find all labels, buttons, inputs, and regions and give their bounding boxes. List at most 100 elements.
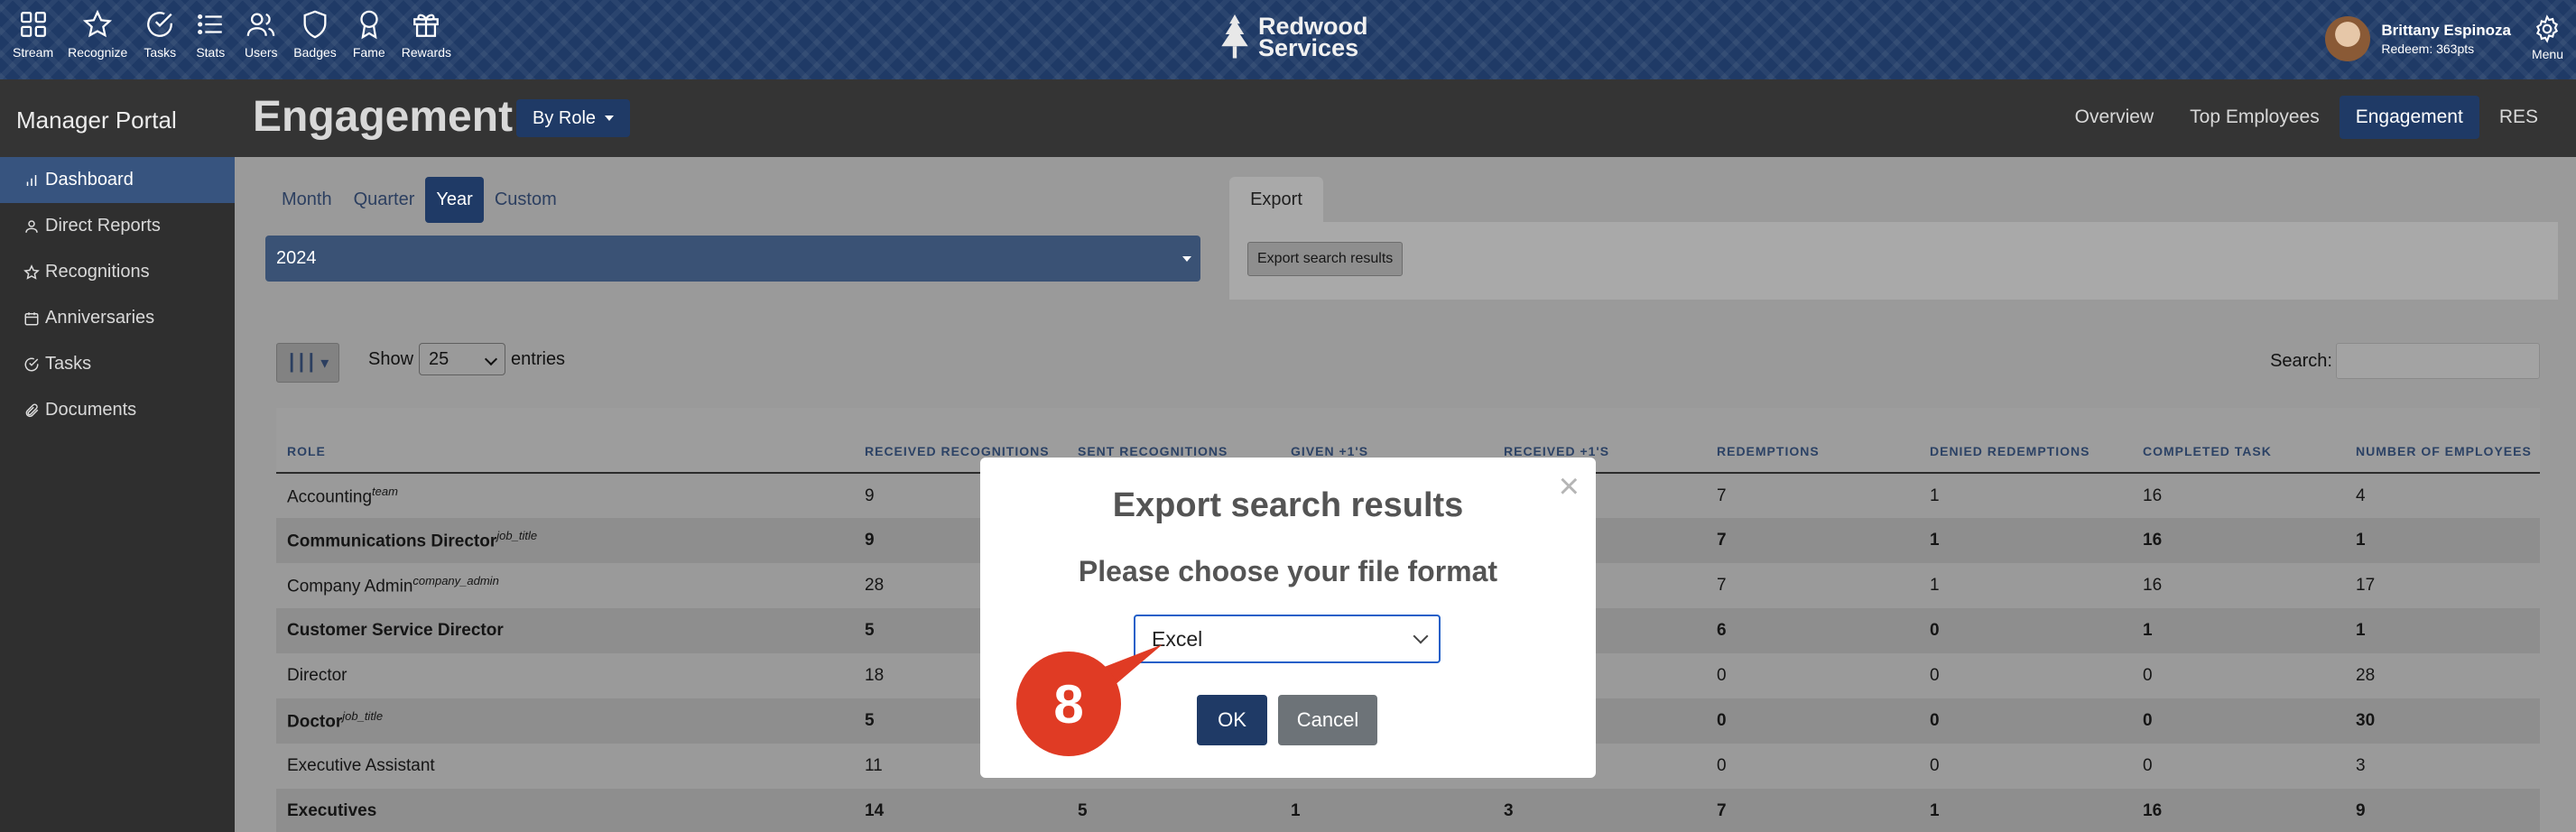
year-value: 2024	[276, 248, 317, 268]
list-icon	[198, 14, 223, 35]
sidebar-item-tasks[interactable]: Tasks	[0, 341, 235, 387]
brand-logo[interactable]: Redwood Services	[1219, 14, 1368, 60]
cell-role: Doctorjob_title	[276, 698, 854, 744]
role-name: Accounting	[287, 487, 373, 507]
sidebar-item-anniversaries[interactable]: Anniversaries	[0, 295, 235, 341]
cell-denied: 1	[1919, 789, 2132, 832]
nav-recognize-label: Recognize	[68, 45, 128, 60]
cell-denied: 0	[1919, 608, 2132, 653]
cell-redemptions: 7	[1706, 473, 1919, 518]
user-profile[interactable]: Brittany Espinoza Redeem: 363pts	[2325, 16, 2511, 61]
page-header: Manager Portal Engagement By Role Overvi…	[0, 79, 2576, 157]
entries-select[interactable]: 25	[419, 343, 506, 375]
cell-employees: 1	[2345, 518, 2540, 563]
col-role[interactable]: ROLE	[276, 408, 854, 474]
nav-users-label: Users	[245, 45, 278, 60]
nav-badges-label: Badges	[293, 45, 337, 60]
nav-badges[interactable]: Badges	[286, 9, 343, 60]
year-select[interactable]: 2024	[265, 236, 1200, 282]
period-quarter[interactable]: Quarter	[343, 177, 426, 223]
user-points: Redeem: 363pts	[2381, 42, 2475, 56]
ok-button[interactable]: OK	[1197, 695, 1267, 745]
sidebar-item-dashboard[interactable]: Dashboard	[0, 157, 235, 203]
cell-completed: 16	[2132, 789, 2345, 832]
cell-completed: 0	[2132, 653, 2345, 698]
cancel-button[interactable]: Cancel	[1278, 695, 1377, 745]
cell-role: Executives	[276, 789, 854, 832]
nav-rewards[interactable]: Rewards	[394, 9, 459, 60]
nav-fame[interactable]: Fame	[344, 9, 394, 60]
nav-recognize[interactable]: Recognize	[60, 9, 134, 60]
gift-icon	[413, 14, 440, 37]
role-tag: job_title	[342, 709, 384, 724]
cell-completed: 16	[2132, 473, 2345, 518]
shield-icon	[303, 10, 327, 39]
cell-redemptions: 6	[1706, 608, 1919, 653]
menu-label: Menu	[2531, 47, 2563, 61]
cell-redemptions: 0	[1706, 698, 1919, 744]
tab-engagement[interactable]: Engagement	[2339, 96, 2479, 139]
nav-stats-label: Stats	[196, 45, 226, 60]
portal-title: Manager Portal	[16, 106, 177, 134]
sidebar-item-recognitions[interactable]: Recognitions	[0, 249, 235, 295]
search-input[interactable]	[2336, 343, 2540, 379]
cell-received-plus: 3	[1493, 789, 1706, 832]
cell-redemptions: 0	[1706, 744, 1919, 789]
period-year[interactable]: Year	[425, 177, 484, 223]
tab-res[interactable]: RES	[2483, 96, 2554, 139]
gear-icon	[2536, 14, 2559, 43]
tab-top-employees[interactable]: Top Employees	[2173, 96, 2336, 139]
period-custom[interactable]: Custom	[484, 177, 568, 223]
cell-completed: 1	[2132, 608, 2345, 653]
role-name: Executive Assistant	[287, 756, 435, 775]
col-denied-redemptions[interactable]: DENIED REDEMPTIONS	[1919, 408, 2132, 474]
page-title: Engagement	[253, 93, 514, 141]
cell-role: Accountingteam	[276, 473, 854, 518]
sidebar-item-label: Direct Reports	[45, 216, 161, 236]
period-month[interactable]: Month	[271, 177, 343, 223]
role-name: Director	[287, 666, 347, 685]
users-icon	[246, 13, 275, 36]
cell-employees: 28	[2345, 653, 2540, 698]
nav-stream-label: Stream	[13, 45, 54, 60]
entries-control: Show 25 entries	[368, 343, 565, 375]
cell-role: Director	[276, 653, 854, 698]
sidebar-item-label: Dashboard	[45, 170, 134, 190]
file-format-select[interactable]: Excel	[1134, 615, 1441, 663]
cell-redemptions: 7	[1706, 563, 1919, 608]
sidebar-item-direct-reports[interactable]: Direct Reports	[0, 203, 235, 249]
columns-icon: ┃┃┃ ▾	[286, 353, 329, 372]
role-tag: job_title	[496, 529, 538, 543]
cell-completed: 0	[2132, 744, 2345, 789]
check-circle-icon	[147, 12, 173, 37]
nav-tasks-label: Tasks	[144, 45, 177, 60]
col-number-of-employees[interactable]: NUMBER OF EMPLOYEES	[2345, 408, 2540, 474]
user-name: Brittany Espinoza	[2381, 22, 2511, 39]
search-label: Search:	[2270, 350, 2332, 371]
export-search-results-button[interactable]: Export search results	[1247, 242, 1404, 276]
menu-button[interactable]: Menu	[2532, 14, 2563, 61]
by-role-dropdown[interactable]: By Role	[516, 99, 631, 137]
cell-role: Executive Assistant	[276, 744, 854, 789]
export-body: Export search results	[1229, 222, 2558, 300]
star-icon	[83, 9, 113, 38]
nav-users[interactable]: Users	[236, 9, 286, 60]
show-label: Show	[368, 348, 414, 369]
sidebar-item-label: Recognitions	[45, 262, 150, 282]
role-name: Customer Service Director	[287, 621, 504, 640]
export-tab[interactable]: Export	[1229, 177, 1323, 222]
col-completed-task[interactable]: COMPLETED TASK	[2132, 408, 2345, 474]
entries-label: entries	[511, 348, 566, 369]
cell-employees: 17	[2345, 563, 2540, 608]
cell-role: Company Admincompany_admin	[276, 563, 854, 608]
nav-tasks[interactable]: Tasks	[134, 9, 185, 60]
avatar	[2325, 16, 2371, 61]
nav-stream[interactable]: Stream	[5, 9, 60, 60]
col-redemptions[interactable]: REDEMPTIONS	[1706, 408, 1919, 474]
grid-icon	[20, 12, 46, 37]
sidebar-item-documents[interactable]: Documents	[0, 387, 235, 433]
nav-stats[interactable]: Stats	[185, 9, 236, 60]
column-visibility-button[interactable]: ┃┃┃ ▾	[276, 343, 339, 383]
tab-overview[interactable]: Overview	[2059, 96, 2171, 139]
modal-title: Export search results	[1112, 486, 1464, 524]
